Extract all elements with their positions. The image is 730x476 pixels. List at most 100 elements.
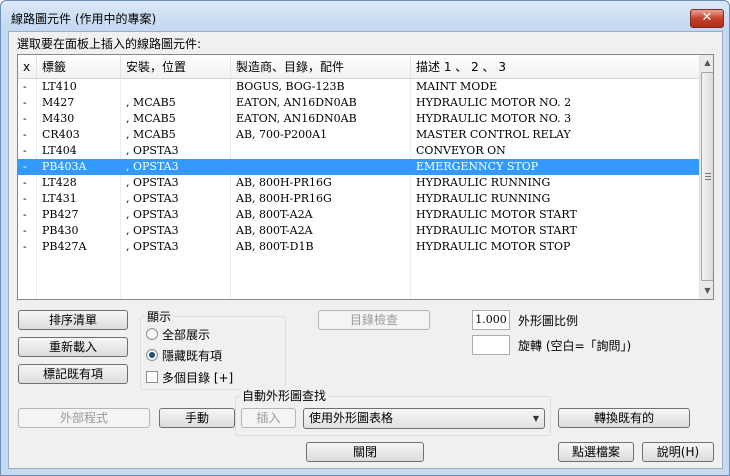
row-description: EMERGENNCY STOP — [416, 160, 539, 173]
catalog-check-button[interactable]: 目錄檢查 — [318, 310, 430, 330]
column-header-location[interactable]: 安裝，位置 — [121, 55, 231, 79]
scroll-up-arrow-icon[interactable]: ▲ — [700, 55, 713, 71]
pick-file-button[interactable]: 點選檔案 — [558, 442, 634, 462]
row-marker: - — [23, 80, 27, 93]
grip-icon — [705, 173, 711, 180]
row-manufacturer: EATON, AN16DN0AB — [236, 96, 357, 109]
multi-catalog-checkbox[interactable] — [146, 371, 158, 383]
row-marker: - — [23, 240, 27, 253]
scroll-down-arrow-icon[interactable]: ▼ — [700, 283, 713, 299]
row-location: , OPSTA3 — [126, 160, 179, 173]
swap-existing-button[interactable]: 轉換既有的 — [558, 408, 690, 428]
scale-input[interactable]: 1.000 — [472, 310, 510, 330]
row-manufacturer: EATON, AN16DN0AB — [236, 112, 357, 125]
component-list[interactable]: x 標籤 安裝，位置 製造商、目錄，配件 描述 1 、 2 、 3 - LT410… — [17, 54, 714, 300]
close-window-button[interactable]: ✕ — [690, 9, 724, 28]
scroll-thumb[interactable] — [701, 72, 713, 281]
row-description: HYDRAULIC MOTOR START — [416, 224, 577, 237]
row-manufacturer: AB, 800H-PR16G — [236, 192, 332, 205]
row-tag: LT431 — [42, 192, 77, 205]
column-header-x[interactable]: x — [18, 55, 37, 79]
mark-existing-button[interactable]: 標記既有項 — [18, 364, 128, 384]
show-all-label[interactable]: 全部展示 — [162, 326, 210, 343]
table-row[interactable]: - LT431 , OPSTA3 AB, 800H-PR16G HYDRAULIC RU… — [18, 191, 699, 207]
row-manufacturer: AB, 800T-D1B — [236, 240, 314, 253]
vertical-scrollbar[interactable]: ▲ ▼ — [699, 55, 713, 299]
row-marker: - — [23, 144, 27, 157]
row-manufacturer: AB, 800T-A2A — [236, 224, 313, 237]
rotation-label: 旋轉 (空白=「詢問」) — [518, 339, 632, 353]
row-location: , MCAB5 — [126, 128, 176, 141]
sort-list-button[interactable]: 排序清單 — [18, 310, 128, 330]
hide-existing-radio[interactable] — [146, 349, 158, 361]
row-tag: CR403 — [42, 128, 80, 141]
row-location: , OPSTA3 — [126, 240, 179, 253]
list-rows: - LT410 BOGUS, BOG-123B MAINT MODE - M427 , MC… — [18, 79, 699, 255]
row-tag: PB427 — [42, 208, 79, 221]
row-location: , OPSTA3 — [126, 224, 179, 237]
close-button[interactable]: 關閉 — [306, 442, 424, 462]
instruction-label: 選取要在面板上插入的線路圖元件: — [17, 37, 202, 51]
rotation-input[interactable] — [472, 335, 510, 355]
row-manufacturer: AB, 700-P200A1 — [236, 128, 328, 141]
row-tag: M427 — [42, 96, 75, 109]
title-bar[interactable]: 線路圖元件 (作用中的專案) ✕ — [1, 1, 729, 31]
row-description: HYDRAULIC RUNNING — [416, 176, 551, 189]
manual-button[interactable]: 手動 — [159, 408, 235, 428]
row-marker: - — [23, 208, 27, 221]
row-description: HYDRAULIC MOTOR NO. 3 — [416, 112, 572, 125]
external-program-button[interactable]: 外部程式 — [18, 408, 150, 428]
row-tag: PB430 — [42, 224, 79, 237]
column-header-description[interactable]: 描述 1 、 2 、 3 — [411, 55, 699, 79]
table-row[interactable]: - CR403 , MCAB5 AB, 700-P200A1 MASTER CONTRO… — [18, 127, 699, 143]
row-manufacturer — [231, 159, 411, 175]
table-row[interactable]: - PB430 , OPSTA3 AB, 800T-A2A HYDRAULIC MOTO… — [18, 223, 699, 239]
list-header: x 標籤 安裝，位置 製造商、目錄，配件 描述 1 、 2 、 3 — [18, 55, 699, 79]
table-row[interactable]: - LT410 BOGUS, BOG-123B MAINT MODE — [18, 79, 699, 95]
column-header-tag[interactable]: 標籤 — [37, 55, 121, 79]
row-marker: - — [23, 160, 27, 173]
row-manufacturer: BOGUS, BOG-123B — [236, 80, 345, 93]
table-row[interactable]: - LT428 , OPSTA3 AB, 800H-PR16G HYDRAULIC RU… — [18, 175, 699, 191]
row-description: HYDRAULIC RUNNING — [416, 192, 551, 205]
table-row[interactable]: - PB403A , OPSTA3 EMERGENNCY STOP — [18, 159, 699, 175]
row-tag: LT410 — [42, 80, 77, 93]
table-row[interactable]: - PB427A , OPSTA3 AB, 800T-D1B HYDRAULIC MOT… — [18, 239, 699, 255]
row-manufacturer — [231, 143, 411, 159]
row-tag: LT428 — [42, 176, 77, 189]
row-marker: - — [23, 128, 27, 141]
table-row[interactable]: - M430 , MCAB5 EATON, AN16DN0AB HYDRAULIC MO… — [18, 111, 699, 127]
row-location: , OPSTA3 — [126, 208, 179, 221]
row-location — [121, 79, 231, 95]
dialog-body: 選取要在面板上插入的線路圖元件: x 標籤 安裝，位置 製造商、目錄，配件 描述… — [8, 31, 723, 469]
reload-button[interactable]: 重新載入 — [18, 337, 128, 357]
table-row[interactable]: - PB427 , OPSTA3 AB, 800T-A2A HYDRAULIC MOTO… — [18, 207, 699, 223]
table-row[interactable]: - LT404 , OPSTA3 CONVEYOR ON — [18, 143, 699, 159]
hide-existing-label[interactable]: 隱藏既有項 — [162, 347, 222, 364]
row-description: HYDRAULIC MOTOR NO. 2 — [416, 96, 572, 109]
row-location: , MCAB5 — [126, 112, 176, 125]
row-tag: PB403A — [42, 160, 87, 173]
lookup-method-select[interactable]: 使用外形圖表格 ▼ — [303, 408, 545, 429]
row-marker: - — [23, 112, 27, 125]
help-button[interactable]: 說明(H) — [642, 442, 714, 462]
lookup-method-value: 使用外形圖表格 — [309, 411, 394, 425]
multi-catalog-label[interactable]: 多個目錄 [+] — [162, 369, 233, 386]
dialog-window: 線路圖元件 (作用中的專案) ✕ 選取要在面板上插入的線路圖元件: x 標籤 安… — [0, 0, 730, 476]
row-description: CONVEYOR ON — [416, 144, 506, 157]
chevron-down-icon: ▼ — [532, 414, 539, 423]
row-description: MAINT MODE — [416, 80, 498, 93]
row-manufacturer: AB, 800T-A2A — [236, 208, 313, 221]
column-header-manufacturer[interactable]: 製造商、目錄，配件 — [231, 55, 411, 79]
row-tag: LT404 — [42, 144, 77, 157]
table-row[interactable]: - M427 , MCAB5 EATON, AN16DN0AB HYDRAULIC MO… — [18, 95, 699, 111]
row-description: HYDRAULIC MOTOR START — [416, 208, 577, 221]
row-marker: - — [23, 192, 27, 205]
row-location: , OPSTA3 — [126, 144, 179, 157]
row-manufacturer: AB, 800H-PR16G — [236, 176, 332, 189]
row-location: , OPSTA3 — [126, 176, 179, 189]
close-icon: ✕ — [701, 10, 713, 25]
row-marker: - — [23, 224, 27, 237]
show-all-radio[interactable] — [146, 328, 158, 340]
insert-button[interactable]: 插入 — [241, 408, 296, 428]
